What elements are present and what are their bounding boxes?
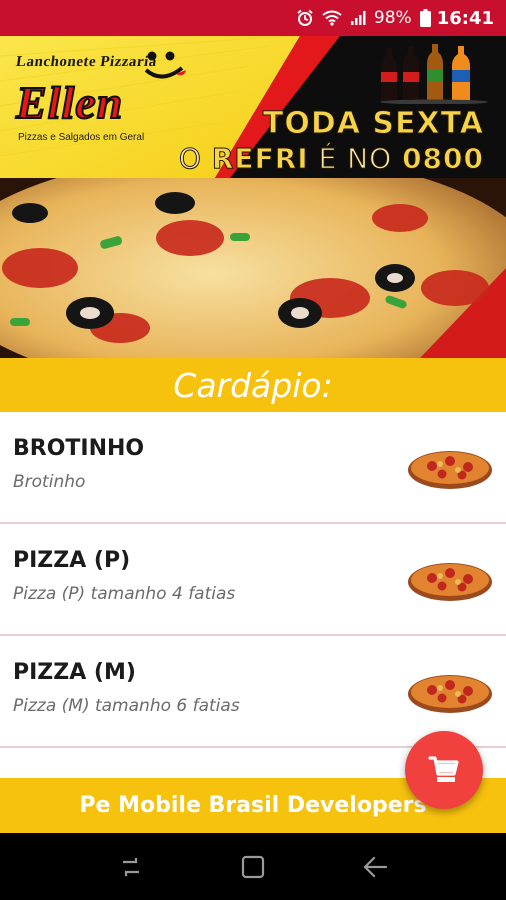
- alarm-icon: [296, 9, 314, 27]
- logo-name: Ellen: [15, 76, 124, 129]
- recent-apps-icon: [123, 857, 139, 876]
- pizza-thumbnail-icon: [408, 451, 492, 489]
- promo-banner: Lanchonete Pizzaria Ellen Pizzas e Salga…: [0, 36, 506, 358]
- restaurant-logo: Lanchonete Pizzaria Ellen Pizzas e Salga…: [12, 46, 202, 156]
- menu-list[interactable]: BROTINHO Brotinho PIZZA (P) Pizza (P) ta…: [0, 412, 506, 778]
- menu-item-brotinho[interactable]: BROTINHO Brotinho: [0, 412, 506, 524]
- pizza-thumbnail-icon: [408, 675, 492, 713]
- app-screen: 98% 16:41 Lanchonete Pizzaria Ellen Pizz…: [0, 0, 506, 900]
- menu-item-pizza-p[interactable]: PIZZA (P) Pizza (P) tamanho 4 fatias: [0, 524, 506, 636]
- wifi-icon: [322, 10, 342, 26]
- logo-subtitle: Pizzas e Salgados em Geral: [18, 132, 145, 143]
- battery-icon: [419, 9, 431, 27]
- system-nav-bar: [0, 833, 506, 900]
- banner-header: Lanchonete Pizzaria Ellen Pizzas e Salga…: [0, 36, 506, 178]
- menu-item-pizza-m[interactable]: PIZZA (M) Pizza (M) tamanho 6 fatias: [0, 636, 506, 748]
- home-button[interactable]: [233, 847, 273, 887]
- cart-button[interactable]: [405, 731, 483, 809]
- soda-bottles-image: [380, 44, 488, 104]
- menu-item-description: Brotinho: [13, 472, 86, 492]
- clock: 16:41: [436, 7, 494, 29]
- promo-text-3: É NO: [308, 142, 403, 176]
- menu-item-title: PIZZA (P): [13, 548, 131, 573]
- developer-credit: Pe Mobile Brasil Developers: [79, 793, 427, 818]
- pizza-photo: [0, 178, 506, 358]
- logo-tagline: Lanchonete Pizzaria: [14, 54, 158, 70]
- menu-item-description: Pizza (M) tamanho 6 fatias: [13, 696, 240, 716]
- menu-item-title: BROTINHO: [13, 436, 145, 461]
- signal-icon: [350, 10, 366, 26]
- promo-text-2: REFRI: [211, 142, 309, 176]
- home-icon: [241, 855, 265, 878]
- back-icon: [363, 856, 388, 877]
- promo-subheadline: O REFRI É NO 0800: [178, 142, 484, 176]
- pizza-thumbnail-icon: [408, 563, 492, 601]
- cart-icon: [428, 756, 459, 782]
- promo-text-4: 0800: [402, 142, 484, 176]
- menu-section-header: Cardápio:: [0, 358, 506, 412]
- status-bar: 98% 16:41: [0, 0, 506, 36]
- recent-apps-button[interactable]: [111, 847, 151, 887]
- menu-item-title: PIZZA (M): [13, 660, 136, 685]
- promo-text-1: O: [178, 142, 212, 176]
- back-button[interactable]: [355, 847, 395, 887]
- menu-item-description: Pizza (P) tamanho 4 fatias: [13, 584, 236, 604]
- battery-percent: 98%: [373, 8, 412, 28]
- promo-headline: TODA SEXTA: [262, 106, 484, 142]
- menu-section-title: Cardápio:: [173, 365, 333, 405]
